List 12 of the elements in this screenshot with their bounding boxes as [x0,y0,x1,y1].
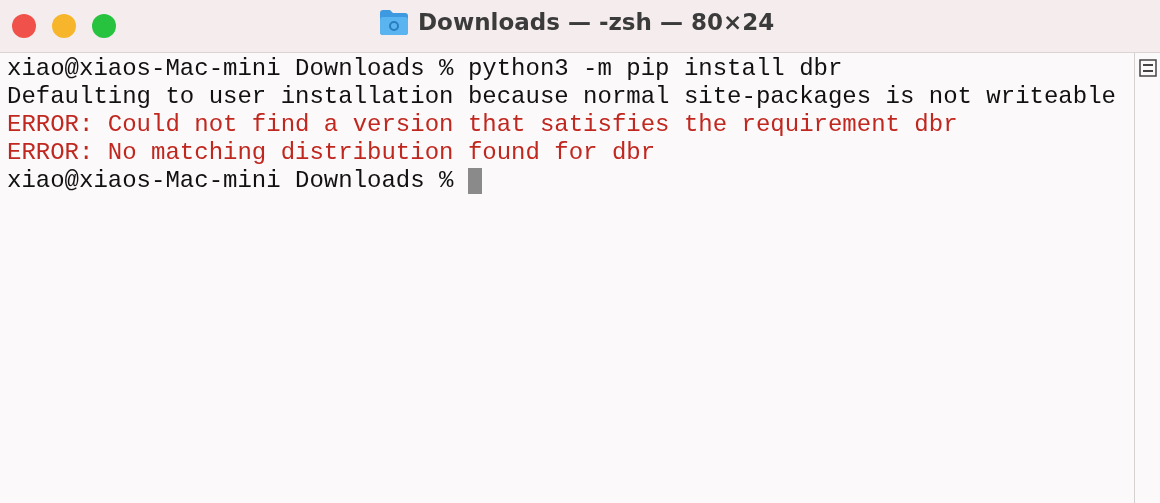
error-text: ERROR: Could not find a version that satisfies the requirement dbr [7,111,958,139]
window-title: Downloads — -zsh — 80×24 [418,9,775,35]
shell-prompt: xiao@xiaos-Mac-mini Downloads % [7,55,454,83]
output-text: Defaulting to user installation because normal site-packages is not writeable [7,83,1116,111]
zoom-button[interactable] [92,14,116,38]
close-button[interactable] [12,14,36,38]
error-text: ERROR: No matching distribution found for dbr [7,139,656,167]
folder-icon [378,8,410,36]
command-text: python3 -m pip install dbr [467,55,843,83]
shell-prompt: xiao@xiaos-Mac-mini Downloads % [7,167,454,195]
minimize-button[interactable] [52,14,76,38]
marks-icon [1138,59,1157,77]
